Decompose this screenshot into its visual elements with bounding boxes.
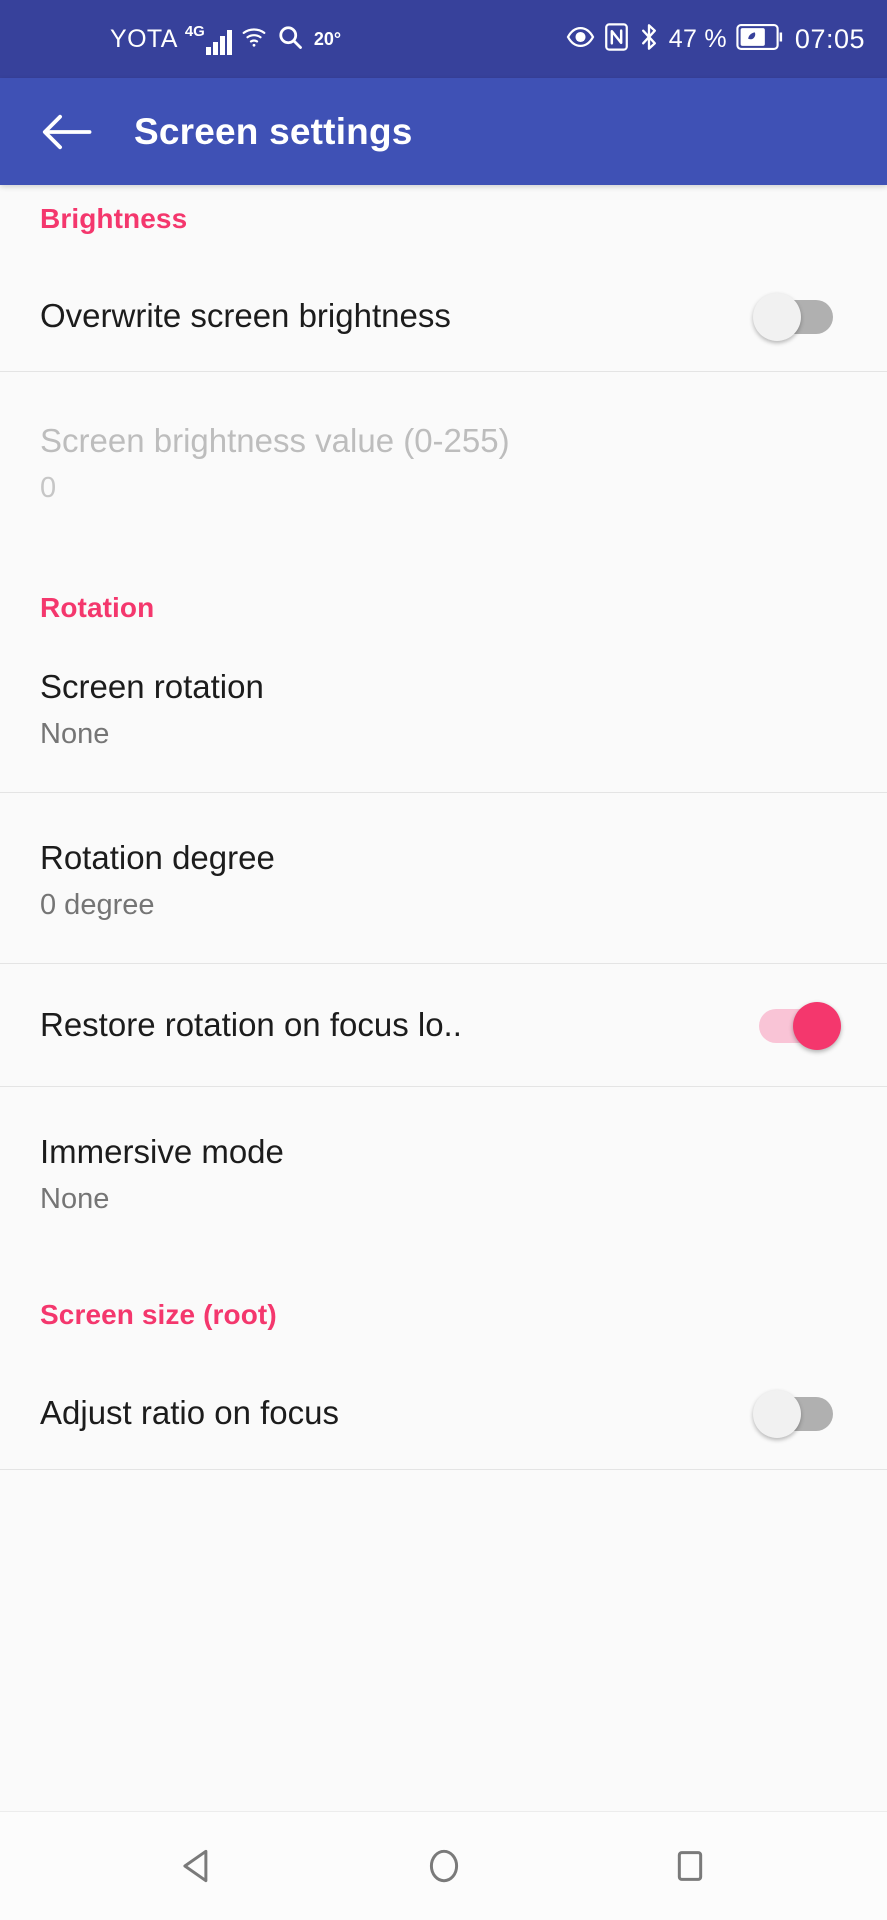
row-screen-rotation[interactable]: Screen rotation None: [0, 624, 887, 792]
switch-thumb: [753, 1390, 801, 1438]
row-texts: Adjust ratio on focus: [40, 1392, 753, 1434]
row-texts: Immersive mode None: [40, 1131, 847, 1219]
switch-adjust-ratio-on-focus[interactable]: [753, 1387, 841, 1439]
nav-recents-square-icon[interactable]: [647, 1823, 733, 1909]
section-header-rotation: Rotation: [40, 592, 155, 623]
signal-strength-bars: [205, 27, 232, 55]
eye-comfort-icon: [566, 25, 595, 54]
row-subtitle: None: [40, 718, 110, 750]
row-title: Immersive mode: [40, 1133, 284, 1170]
battery-percent-label: 47 %: [668, 24, 727, 53]
bluetooth-icon: [638, 23, 660, 56]
switch-thumb: [793, 1002, 841, 1050]
row-overwrite-screen-brightness[interactable]: Overwrite screen brightness: [0, 261, 887, 371]
nfc-icon: [604, 22, 629, 56]
app-bar: Screen settings: [0, 78, 887, 185]
switch-restore-rotation-on-focus-loss[interactable]: [753, 999, 841, 1051]
battery-saver-icon: [736, 23, 784, 55]
back-arrow-icon[interactable]: [36, 101, 98, 163]
section-header-screen-size: Screen size (root): [40, 1299, 277, 1330]
list-divider: [0, 1469, 887, 1470]
row-subtitle: None: [40, 1183, 110, 1215]
row-texts: Screen brightness value (0-255) 0: [40, 420, 847, 508]
row-texts: Screen rotation None: [40, 666, 847, 754]
row-title: Screen brightness value (0-255): [40, 422, 510, 459]
switch-thumb: [753, 293, 801, 341]
carrier-label: YOTA: [110, 24, 178, 53]
status-bar: YOTA 4G 20° 47 % 07:05: [0, 0, 887, 78]
system-navigation-bar: [0, 1811, 887, 1920]
phone-screen: YOTA 4G 20° 47 % 07:05 Screen settings B…: [0, 0, 887, 1920]
temperature-label: 20°: [313, 28, 342, 49]
row-title: Restore rotation on focus lo..: [40, 1006, 462, 1043]
switch-overwrite-screen-brightness[interactable]: [753, 290, 841, 342]
wifi-icon: [239, 24, 269, 55]
section-header-brightness: Brightness: [40, 203, 188, 234]
row-subtitle: 0 degree: [40, 889, 155, 921]
row-subtitle: 0: [40, 472, 57, 504]
settings-list[interactable]: Brightness Overwrite screen brightness S…: [0, 185, 887, 1811]
signal-bars-icon: 4G: [185, 24, 232, 55]
nav-back-triangle-icon[interactable]: [155, 1823, 241, 1909]
network-type-label: 4G: [184, 22, 205, 40]
row-texts: Rotation degree 0 degree: [40, 837, 847, 925]
row-title: Overwrite screen brightness: [40, 297, 451, 334]
page-title: Screen settings: [134, 110, 413, 152]
row-immersive-mode[interactable]: Immersive mode None: [0, 1087, 887, 1255]
row-screen-brightness-value: Screen brightness value (0-255) 0: [0, 372, 887, 542]
row-title: Rotation degree: [40, 839, 275, 876]
row-rotation-degree[interactable]: Rotation degree 0 degree: [0, 793, 887, 963]
search-icon: [276, 23, 304, 56]
row-adjust-ratio-on-focus[interactable]: Adjust ratio on focus: [0, 1357, 887, 1469]
nav-home-circle-icon[interactable]: [401, 1823, 487, 1909]
row-texts: Overwrite screen brightness: [40, 295, 753, 337]
row-texts: Restore rotation on focus lo..: [40, 1004, 753, 1046]
status-bar-left: YOTA 4G 20°: [110, 23, 341, 56]
row-title: Screen rotation: [40, 668, 264, 705]
clock-label: 07:05: [794, 23, 865, 54]
row-title: Adjust ratio on focus: [40, 1394, 339, 1431]
row-restore-rotation-on-focus-loss[interactable]: Restore rotation on focus lo..: [0, 964, 887, 1086]
status-bar-right: 47 % 07:05: [566, 22, 865, 56]
